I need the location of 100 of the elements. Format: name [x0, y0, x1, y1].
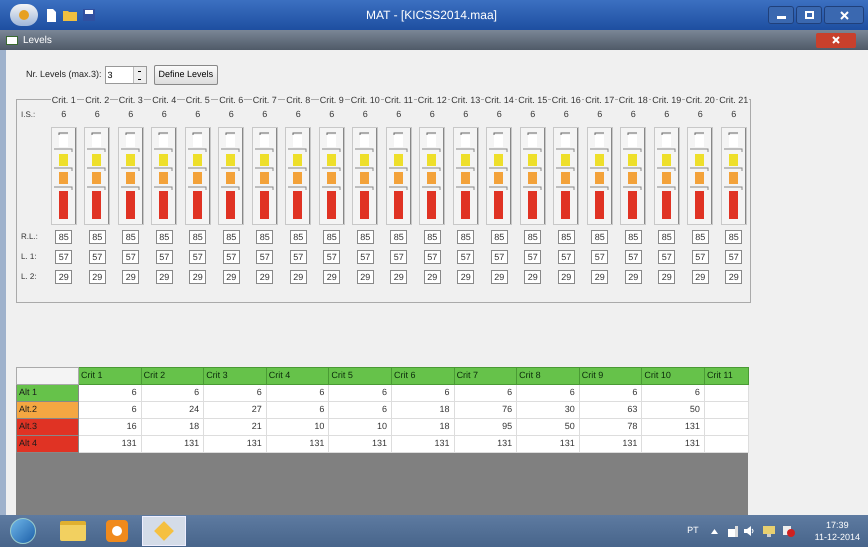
- level-slider-drawing[interactable]: [654, 127, 680, 225]
- power-icon[interactable]: [728, 526, 738, 536]
- level-two-field[interactable]: 29: [658, 270, 676, 284]
- reference-level-field[interactable]: 85: [55, 230, 72, 244]
- level-one-field[interactable]: 57: [156, 250, 173, 264]
- level-two-field[interactable]: 29: [356, 270, 374, 284]
- new-file-icon[interactable]: [46, 8, 57, 22]
- reference-level-field[interactable]: 85: [189, 230, 206, 244]
- level-two-field[interactable]: 29: [725, 270, 742, 284]
- level-slider-drawing[interactable]: [620, 127, 646, 225]
- level-one-field[interactable]: 57: [323, 250, 340, 264]
- reference-level-field[interactable]: 85: [591, 230, 608, 244]
- level-one-field[interactable]: 57: [457, 250, 474, 264]
- reference-level-field[interactable]: 85: [490, 230, 508, 244]
- level-slider-drawing[interactable]: [318, 127, 345, 225]
- level-one-field[interactable]: 57: [524, 250, 542, 264]
- reference-level-field[interactable]: 85: [524, 230, 542, 244]
- level-two-field[interactable]: 29: [490, 270, 508, 284]
- folder-icon[interactable]: [63, 9, 77, 21]
- level-slider-drawing[interactable]: [151, 127, 178, 225]
- reference-level-field[interactable]: 85: [725, 230, 742, 244]
- level-slider-drawing[interactable]: [553, 127, 580, 225]
- reference-level-field[interactable]: 85: [222, 230, 240, 244]
- levels-count-spinner[interactable]: 3: [104, 66, 147, 84]
- level-one-field[interactable]: 57: [356, 250, 374, 264]
- language-indicator[interactable]: PT: [687, 524, 699, 538]
- level-two-field[interactable]: 29: [558, 270, 575, 284]
- reference-level-field[interactable]: 85: [624, 230, 642, 244]
- show-hidden-icons-icon[interactable]: [710, 528, 718, 534]
- level-slider-drawing[interactable]: [352, 127, 378, 225]
- level-two-field[interactable]: 29: [692, 270, 709, 284]
- level-slider-drawing[interactable]: [687, 127, 714, 225]
- level-two-field[interactable]: 29: [222, 270, 240, 284]
- level-slider-drawing[interactable]: [252, 127, 278, 225]
- start-button[interactable]: [10, 518, 36, 544]
- level-one-field[interactable]: 57: [189, 250, 206, 264]
- level-two-field[interactable]: 29: [122, 270, 140, 284]
- network-icon[interactable]: [762, 526, 775, 536]
- level-slider-drawing[interactable]: [586, 127, 613, 225]
- level-one-field[interactable]: 57: [725, 250, 742, 264]
- level-slider-drawing[interactable]: [285, 127, 312, 225]
- level-one-field[interactable]: 57: [390, 250, 408, 264]
- level-two-field[interactable]: 29: [424, 270, 441, 284]
- level-one-field[interactable]: 57: [658, 250, 676, 264]
- level-two-field[interactable]: 29: [457, 270, 474, 284]
- reference-level-field[interactable]: 85: [122, 230, 140, 244]
- level-one-field[interactable]: 57: [222, 250, 240, 264]
- level-one-field[interactable]: 57: [55, 250, 72, 264]
- app-orb-icon[interactable]: [10, 4, 38, 26]
- media-player-taskbar-icon[interactable]: [106, 520, 128, 542]
- level-slider-drawing[interactable]: [452, 127, 479, 225]
- level-two-field[interactable]: 29: [524, 270, 542, 284]
- level-one-field[interactable]: 57: [490, 250, 508, 264]
- minimize-button[interactable]: [768, 6, 794, 24]
- level-slider-drawing[interactable]: [218, 127, 244, 225]
- reference-level-field[interactable]: 85: [424, 230, 441, 244]
- level-slider-drawing[interactable]: [720, 127, 747, 225]
- level-slider-drawing[interactable]: [184, 127, 211, 225]
- reference-level-field[interactable]: 85: [692, 230, 709, 244]
- alert-icon[interactable]: [782, 526, 795, 536]
- level-slider-drawing[interactable]: [50, 127, 77, 225]
- reference-level-field[interactable]: 85: [290, 230, 307, 244]
- clock-time[interactable]: 17:39: [826, 519, 849, 531]
- reference-level-field[interactable]: 85: [323, 230, 340, 244]
- define-levels-button[interactable]: Define Levels: [154, 65, 218, 85]
- level-one-field[interactable]: 57: [591, 250, 608, 264]
- reference-level-field[interactable]: 85: [256, 230, 274, 244]
- level-slider-drawing[interactable]: [486, 127, 512, 225]
- level-one-field[interactable]: 57: [290, 250, 307, 264]
- level-two-field[interactable]: 29: [323, 270, 340, 284]
- reference-level-field[interactable]: 85: [88, 230, 106, 244]
- level-two-field[interactable]: 29: [156, 270, 173, 284]
- save-icon[interactable]: [83, 9, 95, 21]
- level-two-field[interactable]: 29: [290, 270, 307, 284]
- close-button[interactable]: [824, 6, 864, 24]
- clock-date[interactable]: 11-12-2014: [814, 531, 860, 543]
- level-one-field[interactable]: 57: [624, 250, 642, 264]
- level-slider-drawing[interactable]: [118, 127, 144, 225]
- level-slider-drawing[interactable]: [84, 127, 110, 225]
- level-two-field[interactable]: 29: [390, 270, 408, 284]
- level-two-field[interactable]: 29: [55, 270, 72, 284]
- level-two-field[interactable]: 29: [189, 270, 206, 284]
- close-button[interactable]: [816, 32, 856, 48]
- level-one-field[interactable]: 57: [692, 250, 709, 264]
- level-one-field[interactable]: 57: [88, 250, 106, 264]
- level-two-field[interactable]: 29: [256, 270, 274, 284]
- reference-level-field[interactable]: 85: [156, 230, 173, 244]
- reference-level-field[interactable]: 85: [558, 230, 575, 244]
- level-one-field[interactable]: 57: [122, 250, 140, 264]
- reference-level-field[interactable]: 85: [356, 230, 374, 244]
- reference-level-field[interactable]: 85: [658, 230, 676, 244]
- reference-level-field[interactable]: 85: [390, 230, 408, 244]
- level-one-field[interactable]: 57: [424, 250, 441, 264]
- reference-level-field[interactable]: 85: [457, 230, 474, 244]
- restore-button[interactable]: [796, 6, 822, 24]
- level-two-field[interactable]: 29: [591, 270, 608, 284]
- level-one-field[interactable]: 57: [558, 250, 575, 264]
- level-one-field[interactable]: 57: [256, 250, 274, 264]
- level-slider-drawing[interactable]: [419, 127, 446, 225]
- level-slider-drawing[interactable]: [386, 127, 412, 225]
